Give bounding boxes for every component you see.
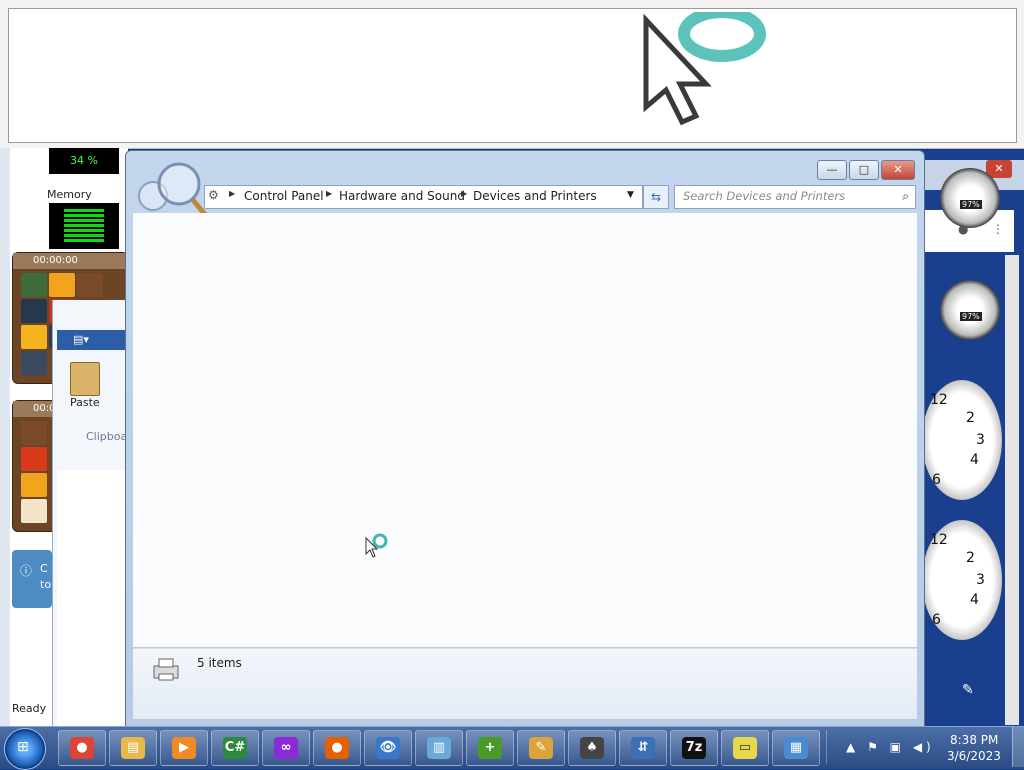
taskbar-button-chrome[interactable]: ● [58, 730, 106, 766]
firefox-icon: ● [325, 737, 349, 759]
solitaire-icon: ♠ [580, 737, 604, 759]
clock-date[interactable]: 3/6/2023 [947, 749, 1001, 763]
devices-list-area[interactable] [133, 213, 917, 647]
taskbar-button-notepad[interactable]: ▥ [415, 730, 463, 766]
paste-button-label[interactable]: Paste [70, 396, 100, 409]
taskbar-button-csharp[interactable]: C# [211, 730, 259, 766]
gauge-percent-2: 97% [960, 312, 982, 321]
search-placeholder: Search Devices and Printers [683, 189, 846, 203]
taskbar-button-sticky-notes[interactable]: ▭ [721, 730, 769, 766]
notepad-plus-plus-icon: + [478, 737, 502, 759]
refresh-icon: ⇆ [650, 190, 662, 204]
magnifier-view [8, 8, 1017, 143]
breadcrumb-arrow-icon[interactable]: ▶ [326, 189, 332, 198]
taskbar-button-7zip[interactable]: 7z [670, 730, 718, 766]
7zip-icon: 7z [682, 737, 706, 759]
maximize-button[interactable]: □ [849, 160, 879, 180]
taskbar-button-firefox[interactable]: ● [313, 730, 361, 766]
network-lock-icon: ⇵ [631, 737, 655, 759]
status-text: Ready [12, 702, 47, 715]
taskbar-button-infinity[interactable]: ∞ [262, 730, 310, 766]
address-bar[interactable]: ⚙ ▶ Control Panel ▶ Hardware and Sound ▶… [204, 185, 643, 209]
memory-label: Memory [47, 188, 92, 201]
taskbar-button-solitaire[interactable]: ♠ [568, 730, 616, 766]
clipboard-group-label: Clipboa [86, 430, 128, 443]
breadcrumb-arrow-icon[interactable]: ▶ [229, 189, 235, 198]
cpu-meter: 34 % [49, 148, 119, 174]
chrome-icon: ● [70, 737, 94, 759]
info-icon: ⓘ [20, 564, 33, 578]
sticky-notes-icon: ▭ [733, 737, 757, 759]
taskbar-button-eyes[interactable]: 👁 [364, 730, 412, 766]
edit-pencil-icon[interactable]: ✎ [962, 682, 974, 698]
media-player-icon: ▶ [172, 737, 196, 759]
close-button[interactable]: ✕ [881, 160, 915, 180]
more-menu-icon[interactable]: ⋮ [992, 222, 1004, 236]
tray-icons: ▲ ⚑ ▣ ◀) [846, 740, 935, 754]
search-input[interactable]: Search Devices and Printers ⌕ [674, 185, 916, 209]
chevron-down-icon[interactable]: ▼ [627, 190, 634, 200]
taskbar-button-network-lock[interactable]: ⇵ [619, 730, 667, 766]
csharp-icon: C# [223, 737, 247, 759]
control-panel-icon: ⚙ [208, 188, 219, 202]
cursor-busy-icon-magnified [643, 12, 766, 126]
action-center-flag-icon[interactable]: ⚑ [867, 740, 882, 754]
start-button[interactable]: ⊞ [4, 728, 46, 770]
printer-icon [153, 658, 179, 681]
control-panel-icon: ▦ [784, 737, 808, 759]
paint-icon: ✎ [529, 737, 553, 759]
windows-logo-icon: ⊞ [17, 739, 29, 755]
notification-balloon[interactable]: ⓘ C to [12, 550, 52, 608]
breadcrumb-control-panel[interactable]: Control Panel [244, 189, 324, 203]
taskbar-button-media-player[interactable]: ▶ [160, 730, 208, 766]
infinity-icon: ∞ [274, 737, 298, 759]
eyes-icon: 👁 [376, 737, 400, 759]
minimize-button[interactable]: — [817, 160, 847, 180]
details-pane [133, 648, 917, 719]
show-desktop-button[interactable] [1012, 727, 1024, 767]
explorer-icon: ▤ [121, 737, 145, 759]
search-icon[interactable]: ⌕ [902, 189, 909, 204]
breadcrumb-hardware-and-sound[interactable]: Hardware and Sound [339, 189, 465, 203]
clock-gadget-2: 12 2 3 4 6 [922, 520, 1002, 640]
breadcrumb-devices-and-printers[interactable]: Devices and Printers [473, 189, 597, 203]
network-icon[interactable]: ▣ [890, 740, 905, 754]
scrollbar[interactable] [1005, 255, 1019, 725]
memory-meter [49, 203, 119, 249]
clock-time[interactable]: 8:38 PM [950, 733, 998, 747]
gauge-gadget-2 [940, 280, 1000, 340]
timer-label: 00:00:00 [13, 253, 128, 269]
refresh-button[interactable]: ⇆ [643, 185, 669, 209]
cursor-busy-icon [365, 533, 388, 558]
paint-canvas[interactable] [57, 470, 127, 726]
magnifier-window [0, 0, 1024, 149]
taskbar-divider [826, 730, 837, 764]
taskbar-button-explorer[interactable]: ▤ [109, 730, 157, 766]
taskbar-button-paint[interactable]: ✎ [517, 730, 565, 766]
show-hidden-icons-icon[interactable]: ▲ [846, 740, 859, 754]
paint-menu-button[interactable]: ▤▾ [57, 330, 127, 350]
gauge-percent-1: 97% [960, 200, 982, 209]
notepad-icon: ▥ [427, 737, 451, 759]
items-count: 5 items [197, 656, 242, 670]
menu-icon: ▤▾ [73, 333, 89, 346]
taskbar-button-control-panel[interactable]: ▦ [772, 730, 820, 766]
taskbar-button-notepad-plus-plus[interactable]: + [466, 730, 514, 766]
gauge-gadget-1 [940, 168, 1000, 228]
clock-gadget-1: 12 2 3 4 6 [922, 380, 1002, 500]
paste-icon[interactable] [70, 362, 100, 396]
volume-icon[interactable]: ◀) [913, 740, 935, 754]
breadcrumb-arrow-icon[interactable]: ▶ [461, 189, 467, 198]
